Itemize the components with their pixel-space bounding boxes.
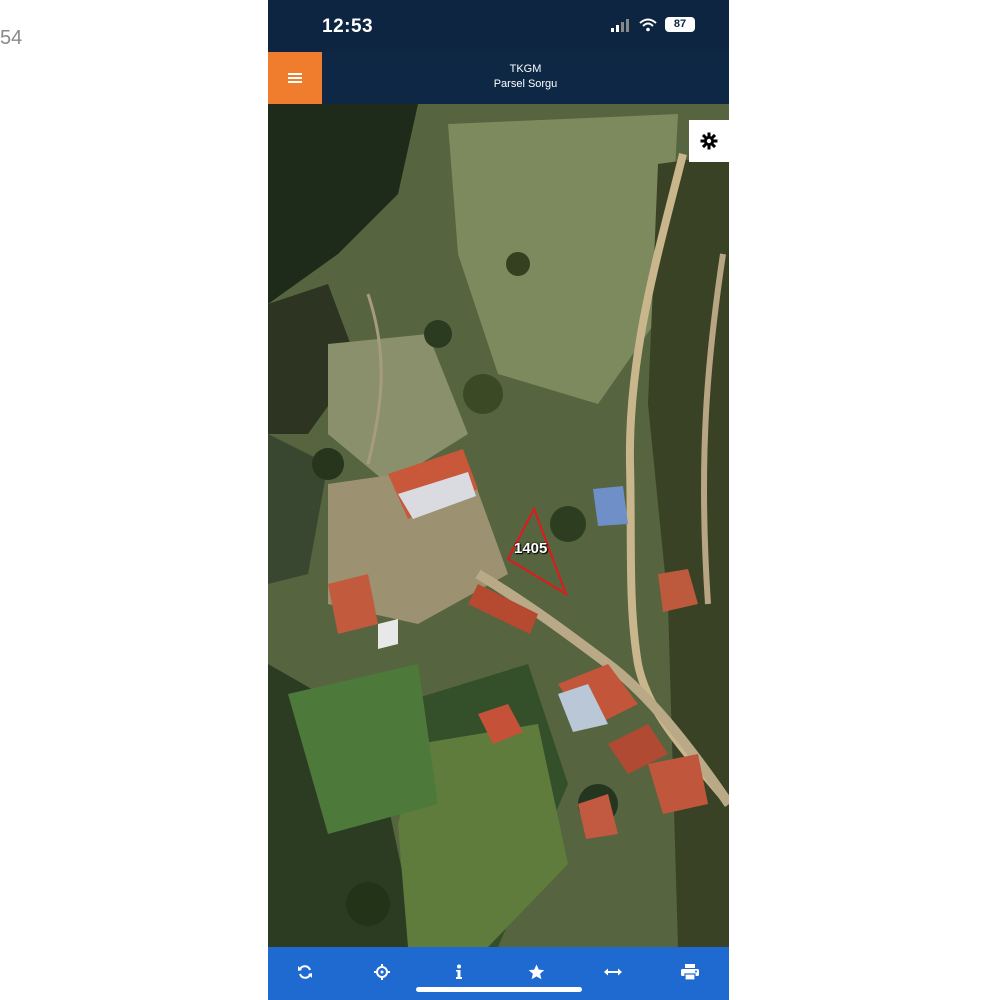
- wifi-icon: [639, 18, 657, 31]
- status-time: 12:53: [322, 16, 374, 37]
- print-button[interactable]: [672, 957, 708, 987]
- menu-button[interactable]: [268, 52, 322, 104]
- phone-screen: 12:53 87 TKGM Parsel Sorgu 1405: [268, 0, 729, 1000]
- refresh-button[interactable]: [287, 957, 323, 987]
- refresh-icon: [298, 965, 312, 979]
- battery-icon: 87: [665, 17, 695, 32]
- measure-icon: [604, 968, 622, 976]
- star-icon: [528, 964, 544, 980]
- signal-icon: [611, 18, 629, 32]
- hamburger-menu-icon: [288, 73, 302, 83]
- bottom-toolbar: [268, 947, 729, 1000]
- app-title: TKGM: [509, 63, 542, 75]
- status-bar: 12:53 87: [268, 0, 729, 52]
- satellite-imagery: [268, 104, 729, 947]
- locate-icon: [374, 964, 390, 980]
- print-icon: [681, 964, 699, 980]
- measure-button[interactable]: [595, 957, 631, 987]
- info-button[interactable]: [441, 957, 477, 987]
- satellite-map[interactable]: 1405: [268, 104, 729, 947]
- app-title-block: TKGM Parsel Sorgu: [322, 62, 729, 92]
- cropped-edge-text: 54: [0, 27, 23, 49]
- locate-button[interactable]: [364, 957, 400, 987]
- gear-icon: [700, 132, 718, 150]
- app-subtitle: Parsel Sorgu: [493, 78, 558, 90]
- settings-button[interactable]: [689, 120, 729, 162]
- info-icon: [456, 964, 462, 979]
- home-indicator[interactable]: [416, 987, 582, 992]
- parcel-number-label: 1405: [514, 540, 548, 557]
- status-icons: 87: [611, 17, 695, 32]
- app-header: TKGM Parsel Sorgu: [268, 52, 729, 104]
- favorites-button[interactable]: [518, 957, 554, 987]
